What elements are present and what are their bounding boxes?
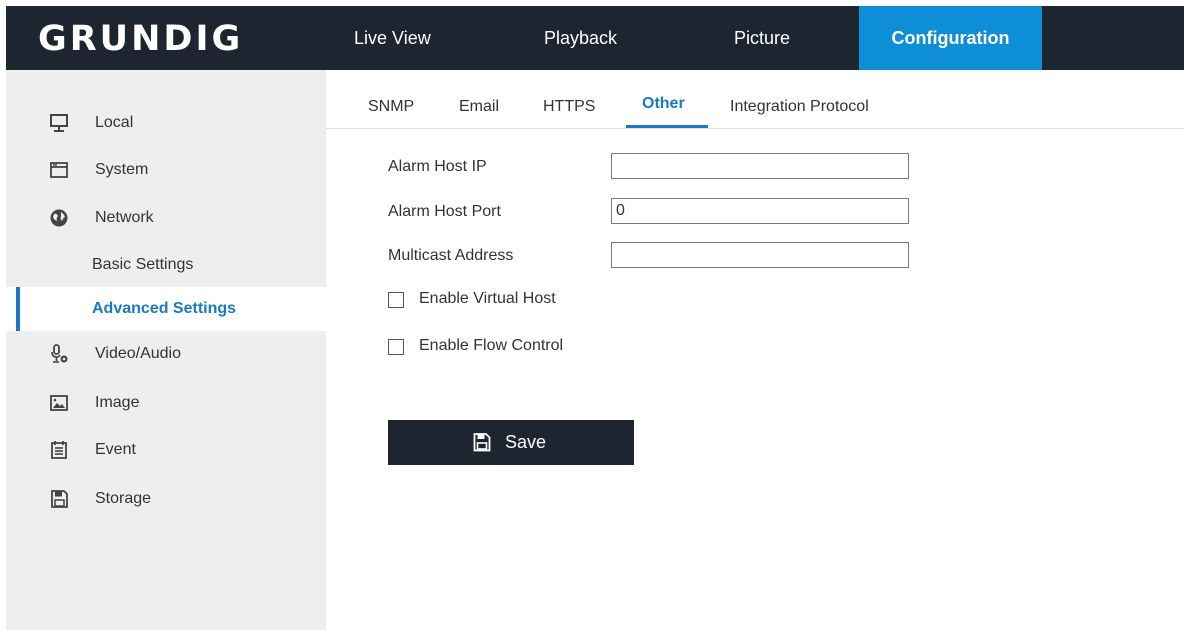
nav-tab-playback[interactable]: Playback: [544, 6, 617, 70]
sidebar-item-label: Video/Audio: [95, 345, 181, 362]
sidebar-item-label: Network: [95, 209, 154, 226]
enable-virtual-host-label: Enable Virtual Host: [419, 290, 556, 307]
sidebar: Local System Network Basic Settings Adva…: [6, 70, 326, 630]
top-nav-bar: GRUNDIG Live View Playback Picture Confi…: [6, 6, 1184, 70]
enable-flow-control-checkbox[interactable]: [388, 339, 404, 355]
sidebar-item-local[interactable]: Local: [6, 101, 326, 145]
image-icon: [50, 395, 68, 411]
sidebar-item-storage[interactable]: Storage: [6, 477, 326, 521]
grundig-logo: GRUNDIG: [38, 19, 244, 59]
nav-tab-live-view[interactable]: Live View: [354, 6, 431, 70]
window-icon: [50, 162, 68, 178]
sidebar-item-label: Basic Settings: [92, 256, 194, 273]
subtab-email[interactable]: Email: [459, 98, 499, 116]
subtab-snmp[interactable]: SNMP: [368, 98, 414, 116]
sidebar-subitem-advanced-settings[interactable]: Advanced Settings: [6, 287, 326, 331]
save-button-label: Save: [505, 432, 547, 452]
calendar-icon: [51, 441, 67, 459]
subtab-https[interactable]: HTTPS: [543, 98, 595, 116]
sidebar-item-network[interactable]: Network: [6, 196, 326, 240]
sidebar-item-label: Advanced Settings: [92, 300, 237, 317]
nav-tab-configuration[interactable]: Configuration: [859, 6, 1042, 70]
floppy-icon: [473, 433, 491, 452]
enable-virtual-host-row[interactable]: Enable Virtual Host: [388, 288, 588, 312]
sidebar-item-system[interactable]: System: [6, 148, 326, 192]
alarm-host-ip-label: Alarm Host IP: [388, 158, 487, 175]
enable-flow-control-row[interactable]: Enable Flow Control: [388, 335, 588, 359]
save-button[interactable]: Save: [388, 420, 634, 465]
multicast-address-input[interactable]: [611, 242, 909, 268]
nav-tab-picture[interactable]: Picture: [734, 6, 790, 70]
microphone-icon: [51, 344, 68, 363]
monitor-icon: [50, 114, 68, 132]
sidebar-item-label: System: [95, 161, 149, 178]
alarm-host-ip-input[interactable]: [611, 153, 909, 179]
globe-icon: [50, 209, 68, 227]
sidebar-item-video-audio[interactable]: Video/Audio: [6, 332, 326, 376]
sidebar-item-image[interactable]: Image: [6, 381, 326, 425]
sidebar-item-label: Event: [95, 441, 136, 458]
enable-virtual-host-checkbox[interactable]: [388, 292, 404, 308]
multicast-address-label: Multicast Address: [388, 247, 514, 264]
subtab-other[interactable]: Other: [642, 95, 685, 113]
active-subtab-underline: [626, 125, 708, 128]
enable-flow-control-label: Enable Flow Control: [419, 337, 564, 354]
sidebar-item-label: Storage: [95, 490, 152, 507]
subtab-bar: SNMP Email HTTPS Other Integration Proto…: [326, 70, 1184, 129]
active-indicator: [16, 287, 20, 331]
sidebar-item-label: Image: [95, 394, 140, 411]
subtab-integration-protocol[interactable]: Integration Protocol: [730, 98, 869, 116]
sidebar-item-label: Local: [95, 114, 134, 131]
alarm-host-port-label: Alarm Host Port: [388, 203, 501, 220]
floppy-icon: [51, 490, 68, 508]
sidebar-subitem-basic-settings[interactable]: Basic Settings: [6, 243, 326, 287]
sidebar-item-event[interactable]: Event: [6, 428, 326, 472]
alarm-host-port-input[interactable]: [611, 198, 909, 224]
